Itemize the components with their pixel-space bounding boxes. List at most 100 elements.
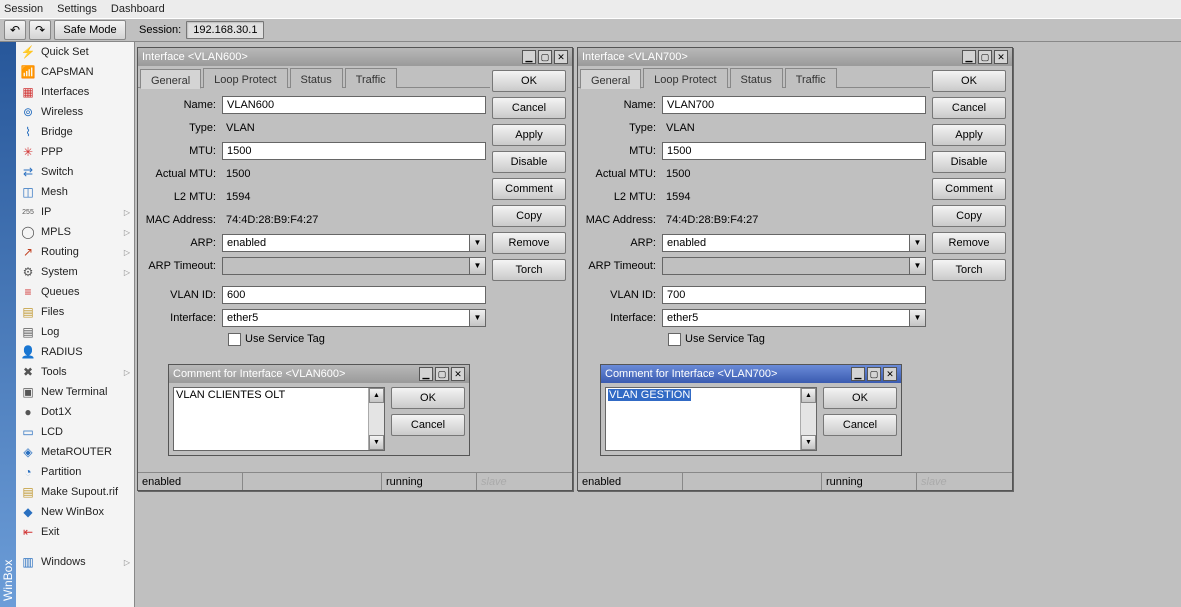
redo-button[interactable]: ↷: [29, 20, 51, 40]
comment-maximize-button[interactable]: ▢: [435, 367, 449, 381]
sidebar-item-files[interactable]: ▤Files: [16, 302, 134, 322]
titlebar-vlan700[interactable]: Interface <VLAN700> ▁ ▢ ✕: [578, 48, 1012, 66]
scroll-down-icon[interactable]: ▼: [369, 435, 384, 450]
input-vlan-id[interactable]: 600: [222, 286, 486, 304]
scrollbar[interactable]: ▲ ▼: [800, 388, 816, 450]
cancel-button[interactable]: Cancel: [492, 97, 566, 119]
remove-button[interactable]: Remove: [492, 232, 566, 254]
sidebar-item-make-supout-rif[interactable]: ▤Make Supout.rif: [16, 482, 134, 502]
torch-button[interactable]: Torch: [492, 259, 566, 281]
disable-button[interactable]: Disable: [492, 151, 566, 173]
maximize-button[interactable]: ▢: [538, 50, 552, 64]
input-arp-timeout[interactable]: [662, 257, 910, 275]
input-arp[interactable]: enabled: [222, 234, 470, 252]
tab-general[interactable]: General: [140, 69, 201, 89]
undo-button[interactable]: ↶: [4, 20, 26, 40]
tab-status[interactable]: Status: [290, 68, 343, 88]
input-mtu[interactable]: 1500: [222, 142, 486, 160]
input-vlan-id[interactable]: 700: [662, 286, 926, 304]
copy-button[interactable]: Copy: [932, 205, 1006, 227]
input-name[interactable]: VLAN600: [222, 96, 486, 114]
arp-dropdown-button[interactable]: ▼: [470, 234, 486, 252]
checkbox-use-service-tag[interactable]: [228, 333, 241, 346]
sidebar-item-ip[interactable]: 255IP▷: [16, 202, 134, 222]
sidebar-item-radius[interactable]: 👤RADIUS: [16, 342, 134, 362]
sidebar-item-capsman[interactable]: 📶CAPsMAN: [16, 62, 134, 82]
input-mtu[interactable]: 1500: [662, 142, 926, 160]
scroll-up-icon[interactable]: ▲: [369, 388, 384, 403]
tab-general[interactable]: General: [580, 69, 641, 89]
maximize-button[interactable]: ▢: [978, 50, 992, 64]
sidebar-item-routing[interactable]: ↗Routing▷: [16, 242, 134, 262]
interface-dropdown-button[interactable]: ▼: [470, 309, 486, 327]
menu-dashboard[interactable]: Dashboard: [111, 3, 165, 15]
comment-titlebar[interactable]: Comment for Interface <VLAN700> ▁ ▢ ✕: [601, 365, 901, 383]
sidebar-item-lcd[interactable]: ▭LCD: [16, 422, 134, 442]
sidebar-item-new-winbox[interactable]: ◆New WinBox: [16, 502, 134, 522]
menu-settings[interactable]: Settings: [57, 3, 97, 15]
ok-button[interactable]: OK: [932, 70, 1006, 92]
comment-ok-button[interactable]: OK: [391, 387, 465, 409]
comment-maximize-button[interactable]: ▢: [867, 367, 881, 381]
tab-traffic[interactable]: Traffic: [785, 68, 837, 88]
ok-button[interactable]: OK: [492, 70, 566, 92]
close-button[interactable]: ✕: [994, 50, 1008, 64]
sidebar-item-windows[interactable]: ▥Windows▷: [16, 552, 134, 572]
comment-button[interactable]: Comment: [932, 178, 1006, 200]
sidebar-item-new-terminal[interactable]: ▣New Terminal: [16, 382, 134, 402]
sidebar-item-quick-set[interactable]: ⚡Quick Set: [16, 42, 134, 62]
comment-cancel-button[interactable]: Cancel: [823, 414, 897, 436]
sidebar-item-mesh[interactable]: ◫Mesh: [16, 182, 134, 202]
menu-session[interactable]: Session: [4, 3, 43, 15]
input-interface[interactable]: ether5: [222, 309, 470, 327]
disable-button[interactable]: Disable: [932, 151, 1006, 173]
arp-timeout-expand-button[interactable]: ▼: [910, 257, 926, 275]
minimize-button[interactable]: ▁: [522, 50, 536, 64]
comment-minimize-button[interactable]: ▁: [851, 367, 865, 381]
comment-ok-button[interactable]: OK: [823, 387, 897, 409]
input-interface[interactable]: ether5: [662, 309, 910, 327]
tab-status[interactable]: Status: [730, 68, 783, 88]
comment-button[interactable]: Comment: [492, 178, 566, 200]
comment-cancel-button[interactable]: Cancel: [391, 414, 465, 436]
sidebar-item-mpls[interactable]: ◯MPLS▷: [16, 222, 134, 242]
input-arp-timeout[interactable]: [222, 257, 470, 275]
minimize-button[interactable]: ▁: [962, 50, 976, 64]
sidebar-item-system[interactable]: ⚙System▷: [16, 262, 134, 282]
sidebar-item-dot1x[interactable]: ●Dot1X: [16, 402, 134, 422]
tab-traffic[interactable]: Traffic: [345, 68, 397, 88]
sidebar-item-switch[interactable]: ⇄Switch: [16, 162, 134, 182]
interface-dropdown-button[interactable]: ▼: [910, 309, 926, 327]
input-arp[interactable]: enabled: [662, 234, 910, 252]
sidebar-item-queues[interactable]: ≡Queues: [16, 282, 134, 302]
sidebar-item-wireless[interactable]: ⊚Wireless: [16, 102, 134, 122]
tab-loop-protect[interactable]: Loop Protect: [643, 68, 727, 88]
tab-loop-protect[interactable]: Loop Protect: [203, 68, 287, 88]
close-button[interactable]: ✕: [554, 50, 568, 64]
apply-button[interactable]: Apply: [932, 124, 1006, 146]
torch-button[interactable]: Torch: [932, 259, 1006, 281]
scrollbar[interactable]: ▲ ▼: [368, 388, 384, 450]
arp-timeout-expand-button[interactable]: ▼: [470, 257, 486, 275]
apply-button[interactable]: Apply: [492, 124, 566, 146]
comment-textarea[interactable]: VLAN CLIENTES OLT ▲ ▼: [173, 387, 385, 451]
sidebar-item-ppp[interactable]: ✳PPP: [16, 142, 134, 162]
safe-mode-button[interactable]: Safe Mode: [54, 20, 126, 40]
sidebar-item-log[interactable]: ▤Log: [16, 322, 134, 342]
comment-titlebar[interactable]: Comment for Interface <VLAN600> ▁ ▢ ✕: [169, 365, 469, 383]
scroll-up-icon[interactable]: ▲: [801, 388, 816, 403]
sidebar-item-bridge[interactable]: ⌇Bridge: [16, 122, 134, 142]
scroll-down-icon[interactable]: ▼: [801, 435, 816, 450]
comment-minimize-button[interactable]: ▁: [419, 367, 433, 381]
sidebar-item-partition[interactable]: ◔Partition: [16, 462, 134, 482]
checkbox-use-service-tag[interactable]: [668, 333, 681, 346]
arp-dropdown-button[interactable]: ▼: [910, 234, 926, 252]
cancel-button[interactable]: Cancel: [932, 97, 1006, 119]
sidebar-item-interfaces[interactable]: ▦Interfaces: [16, 82, 134, 102]
comment-close-button[interactable]: ✕: [883, 367, 897, 381]
copy-button[interactable]: Copy: [492, 205, 566, 227]
input-name[interactable]: VLAN700: [662, 96, 926, 114]
titlebar-vlan600[interactable]: Interface <VLAN600> ▁ ▢ ✕: [138, 48, 572, 66]
comment-textarea[interactable]: VLAN GESTION ▲ ▼: [605, 387, 817, 451]
sidebar-item-tools[interactable]: ✖Tools▷: [16, 362, 134, 382]
